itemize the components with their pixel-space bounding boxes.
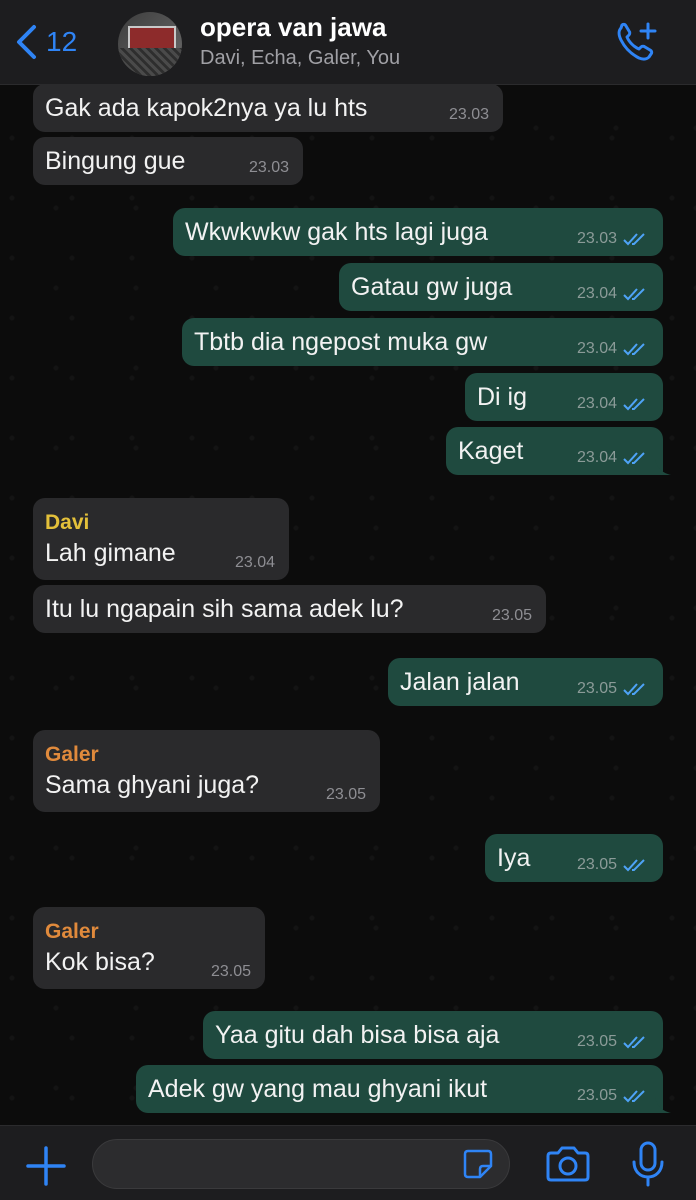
double-check-icon	[623, 859, 645, 872]
message-time: 23.05	[491, 607, 532, 624]
message-bubble[interactable]: Itu lu ngapain sih sama adek lu? 23.05	[33, 585, 546, 633]
message-text: Tbtb dia ngepost muka gw	[194, 327, 488, 356]
message-text: Kok bisa?	[45, 947, 155, 976]
message-time: 23.04	[576, 285, 617, 302]
message-text: Wkwkwkw gak hts lagi juga	[185, 217, 488, 246]
message-bubble[interactable]: Iya 23.05	[485, 834, 663, 882]
unread-count: 12	[46, 26, 78, 57]
double-check-icon	[623, 288, 645, 301]
message-time: 23.04	[234, 554, 275, 571]
double-check-icon	[623, 1036, 645, 1049]
message-bubble[interactable]: Galer Kok bisa? 23.05	[33, 907, 265, 989]
sender-name[interactable]: Galer	[45, 920, 99, 944]
message-bubble[interactable]: Gak ada kapok2nya ya lu hts 23.03	[33, 84, 503, 132]
message-bubble[interactable]: Adek gw yang mau ghyani ikut 23.05	[136, 1065, 671, 1113]
phone-plus-icon[interactable]	[612, 20, 660, 64]
back-button[interactable]: 12	[14, 22, 77, 62]
message-time: 23.05	[576, 680, 617, 697]
message-text: Di ig	[477, 382, 528, 411]
sender-name[interactable]: Galer	[45, 743, 99, 767]
group-avatar[interactable]	[118, 12, 182, 76]
double-check-icon	[623, 343, 645, 356]
bubble-tail	[655, 459, 671, 475]
bubble-tail	[655, 1097, 671, 1113]
message-bubble[interactable]: Yaa gitu dah bisa bisa aja 23.05	[203, 1011, 663, 1059]
double-check-icon	[623, 452, 645, 465]
message-text: Iya	[497, 843, 531, 872]
chat-screen: 12 opera van jawa Davi, Echa, Galer, You…	[0, 0, 696, 1200]
message-text: Sama ghyani juga?	[45, 770, 260, 799]
message-text: Gatau gw juga	[351, 272, 513, 301]
message-input[interactable]	[92, 1139, 510, 1189]
message-time: 23.05	[576, 1033, 617, 1050]
microphone-icon[interactable]	[628, 1140, 668, 1188]
sticker-icon[interactable]	[462, 1148, 494, 1180]
chat-title[interactable]: opera van jawa	[200, 12, 386, 43]
double-check-icon	[623, 683, 645, 696]
message-text: Gak ada kapok2nya ya lu hts	[45, 93, 368, 122]
message-time: 23.05	[210, 963, 251, 980]
chat-participants[interactable]: Davi, Echa, Galer, You	[200, 47, 400, 70]
message-bubble[interactable]: Kaget 23.04	[446, 427, 671, 475]
message-time: 23.04	[576, 449, 617, 466]
double-check-icon	[623, 1090, 645, 1103]
message-bubble[interactable]: Wkwkwkw gak hts lagi juga 23.03	[173, 208, 663, 256]
message-time: 23.05	[325, 786, 366, 803]
camera-icon[interactable]	[544, 1144, 592, 1184]
message-time: 23.04	[576, 340, 617, 357]
chevron-left-icon	[17, 25, 36, 59]
message-bubble[interactable]: Davi Lah gimane 23.04	[33, 498, 289, 580]
double-check-icon	[623, 233, 645, 246]
message-text: Lah gimane	[45, 538, 176, 567]
message-time: 23.05	[576, 1087, 617, 1104]
message-time: 23.04	[576, 395, 617, 412]
message-bubble[interactable]: Tbtb dia ngepost muka gw 23.04	[182, 318, 663, 366]
message-bubble[interactable]: Jalan jalan 23.05	[388, 658, 663, 706]
message-text: Bingung gue	[45, 146, 186, 175]
message-text: Jalan jalan	[400, 667, 520, 696]
sender-name[interactable]: Davi	[45, 511, 89, 535]
message-bubble[interactable]: Gatau gw juga 23.04	[339, 263, 663, 311]
message-bubble[interactable]: Di ig 23.04	[465, 373, 663, 421]
message-text: Adek gw yang mau ghyani ikut	[148, 1074, 488, 1103]
message-text: Kaget	[458, 436, 524, 465]
message-time: 23.03	[576, 230, 617, 247]
chat-header: 12 opera van jawa Davi, Echa, Galer, You	[0, 0, 696, 85]
message-time: 23.03	[448, 106, 489, 123]
composer-bar	[0, 1125, 696, 1200]
message-bubble[interactable]: Galer Sama ghyani juga? 23.05	[33, 730, 380, 812]
message-time: 23.05	[576, 856, 617, 873]
double-check-icon	[623, 398, 645, 411]
message-text: Yaa gitu dah bisa bisa aja	[215, 1020, 500, 1049]
message-time: 23.03	[248, 159, 289, 176]
message-text: Itu lu ngapain sih sama adek lu?	[45, 594, 404, 623]
message-bubble[interactable]: Bingung gue 23.03	[33, 137, 303, 185]
plus-icon[interactable]	[24, 1144, 68, 1188]
